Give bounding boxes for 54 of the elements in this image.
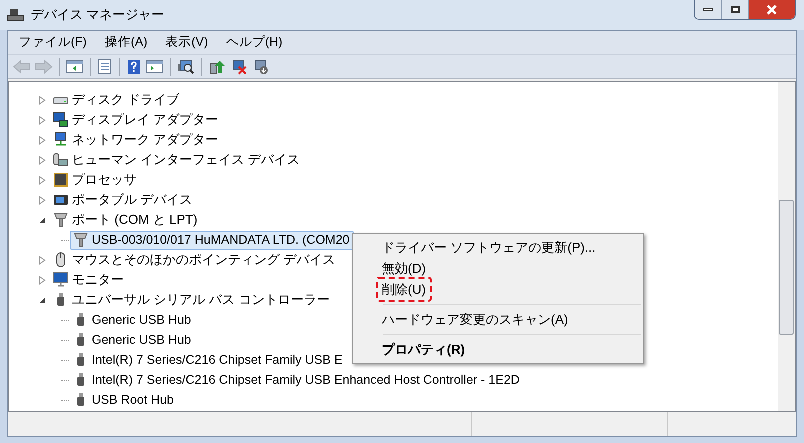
collapse-arrow-icon[interactable] bbox=[39, 216, 46, 224]
maximize-button[interactable] bbox=[722, 0, 749, 19]
context-menu-item[interactable]: 削除(U) bbox=[376, 276, 432, 302]
display-adapter-icon bbox=[53, 112, 69, 128]
tree-item[interactable]: USB Root Hub bbox=[70, 390, 178, 410]
help-icon[interactable] bbox=[126, 58, 142, 74]
tree-item[interactable]: プロセッサ bbox=[72, 170, 137, 190]
tree-item[interactable]: モニター bbox=[72, 270, 124, 290]
tree-item[interactable]: ポート (COM と LPT) bbox=[72, 210, 198, 230]
monitor-icon bbox=[53, 272, 69, 288]
window-pane-icon[interactable] bbox=[146, 58, 164, 74]
expand-arrow-icon[interactable] bbox=[39, 196, 46, 204]
tree-item[interactable]: ポータブル デバイス bbox=[72, 190, 193, 210]
menu-item[interactable]: 操作(A) bbox=[102, 33, 150, 52]
expand-arrow-icon[interactable] bbox=[39, 276, 46, 284]
tree-item[interactable]: Generic USB Hub bbox=[70, 330, 196, 350]
tree-item[interactable]: Generic USB Hub bbox=[70, 310, 196, 330]
tree-item[interactable]: ディスク ドライブ bbox=[72, 90, 180, 110]
minimize-button[interactable] bbox=[695, 0, 722, 19]
vertical-scrollbar[interactable] bbox=[778, 82, 795, 411]
expand-arrow-icon[interactable] bbox=[39, 176, 46, 184]
collapse-arrow-icon[interactable] bbox=[39, 296, 46, 304]
keyboard-device-icon bbox=[53, 152, 69, 168]
context-menu-item[interactable]: プロパティ(R) bbox=[376, 336, 472, 362]
tree-item[interactable]: Intel(R) 7 Series/C216 Chipset Family USB Enhanced Host Controller - 1E2D bbox=[70, 370, 524, 390]
close-icon bbox=[766, 4, 778, 14]
tree-item[interactable]: マウスとそのほかのポインティング デバイス bbox=[72, 250, 336, 270]
tree-item[interactable]: ユニバーサル シリアル バス コントローラー bbox=[72, 290, 330, 310]
update-driver-icon[interactable] bbox=[208, 58, 226, 74]
expand-arrow-icon[interactable] bbox=[39, 116, 46, 124]
expand-arrow-icon[interactable] bbox=[39, 136, 46, 144]
context-menu-item[interactable]: ハードウェア変更のスキャン(A) bbox=[376, 306, 574, 332]
expand-arrow-icon[interactable] bbox=[39, 96, 46, 104]
device-manager-icon bbox=[7, 7, 25, 23]
properties-icon[interactable] bbox=[97, 58, 113, 74]
tree-item[interactable]: Intel(R) 7 Series/C216 Chipset Family USB E bbox=[70, 350, 347, 370]
network-icon bbox=[53, 132, 69, 148]
expand-arrow-icon[interactable] bbox=[39, 156, 46, 164]
menu-item[interactable]: ヘルプ(H) bbox=[224, 33, 285, 52]
expand-arrow-icon[interactable] bbox=[39, 256, 46, 264]
menu-item[interactable]: ファイル(F) bbox=[17, 33, 89, 52]
window-title: デバイス マネージャー bbox=[31, 6, 165, 24]
tree-item[interactable]: ディスプレイ アダプター bbox=[72, 110, 219, 130]
portable-device-icon bbox=[53, 192, 69, 208]
tree-item[interactable]: ネットワーク アダプター bbox=[72, 130, 219, 150]
close-button[interactable] bbox=[749, 0, 795, 19]
tree-item[interactable]: USB-003/010/017 HuMANDATA LTD. (COM20 bbox=[70, 230, 354, 250]
scan-computer-icon[interactable] bbox=[177, 58, 195, 74]
window-pane-icon[interactable] bbox=[66, 58, 84, 74]
serial-port-icon bbox=[53, 212, 69, 228]
serial-port-icon bbox=[73, 232, 89, 248]
menu-item[interactable]: 表示(V) bbox=[164, 33, 210, 52]
tree-item[interactable]: ヒューマン インターフェイス デバイス bbox=[72, 150, 300, 170]
chip-icon bbox=[53, 172, 69, 188]
